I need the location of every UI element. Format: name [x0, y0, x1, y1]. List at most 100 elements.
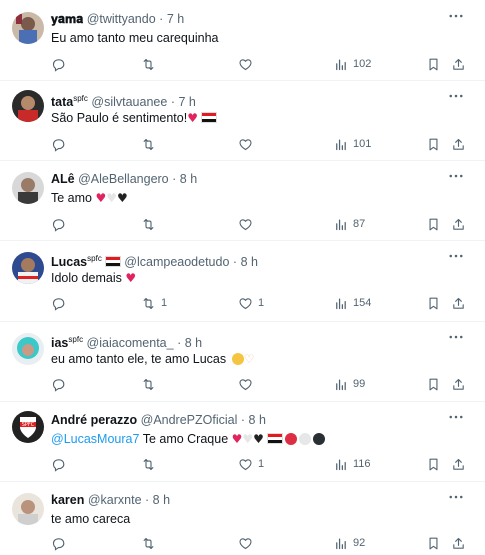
avatar[interactable]: SPFC — [12, 411, 44, 443]
like-button[interactable] — [238, 54, 253, 74]
retweet-button[interactable] — [141, 134, 156, 154]
share-button[interactable] — [451, 293, 466, 313]
more-icon[interactable] — [447, 169, 465, 183]
like-button[interactable] — [238, 533, 253, 553]
tweet-actions: 102 — [51, 54, 471, 74]
reply-button[interactable] — [51, 214, 66, 234]
author-name[interactable]: ALê — [51, 172, 75, 186]
views-count: 154 — [353, 297, 372, 309]
reply-button[interactable] — [51, 293, 66, 313]
tweet[interactable]: ALê @AleBellangero · 8 h Te amo ♥♥♥ 87 — [0, 160, 485, 241]
retweet-button[interactable] — [141, 533, 156, 553]
avatar[interactable] — [12, 12, 44, 44]
bookmark-button[interactable] — [426, 134, 441, 154]
views-button[interactable]: 116 — [333, 454, 371, 474]
share-button[interactable] — [451, 214, 466, 234]
bookmark-button[interactable] — [426, 533, 441, 553]
retweet-button[interactable] — [141, 454, 156, 474]
reply-button[interactable] — [51, 533, 66, 553]
share-icon — [451, 137, 466, 152]
like-button[interactable]: 1 — [238, 454, 264, 474]
bookmark-button[interactable] — [426, 293, 441, 313]
author-name[interactable]: Lucas — [51, 255, 87, 269]
retweet-button[interactable] — [141, 54, 156, 74]
mention-link[interactable]: @LucasMoura7 — [51, 432, 139, 446]
avatar[interactable] — [12, 493, 44, 525]
retweet-button[interactable]: 1 — [141, 293, 167, 313]
avatar[interactable] — [12, 333, 44, 365]
views-button[interactable]: 102 — [333, 54, 371, 74]
like-count: 1 — [258, 297, 265, 309]
bookmark-button[interactable] — [426, 54, 441, 74]
spfc-badge: spfc — [87, 254, 102, 263]
more-icon[interactable] — [447, 9, 465, 23]
like-button[interactable] — [238, 374, 253, 394]
tweet-text: São Paulo é sentimento!♥ — [51, 110, 217, 127]
timestamp[interactable]: 8 h — [249, 413, 266, 427]
share-button[interactable] — [451, 374, 466, 394]
black-heart-emoji: ♥ — [117, 191, 128, 205]
share-button[interactable] — [451, 533, 466, 553]
views-button[interactable]: 101 — [333, 134, 371, 154]
tweet[interactable]: 𝐲𝐚𝐦𝐚 @twittyando · 7 h Eu amo tanto meu … — [0, 0, 485, 81]
bookmark-button[interactable] — [426, 454, 441, 474]
views-button[interactable]: 87 — [333, 214, 365, 234]
timestamp[interactable]: 7 h — [178, 95, 195, 109]
timestamp[interactable]: 8 h — [185, 336, 202, 350]
tweet-header: iasspfc @iaiacomenta_ · 8 h — [51, 335, 203, 351]
tweet-header: Lucasspfc @lcampeaodetudo · 8 h — [51, 254, 258, 270]
author-name[interactable]: André perazzo — [51, 413, 137, 427]
bookmark-button[interactable] — [426, 374, 441, 394]
author-handle[interactable]: @iaiacomenta_ — [87, 336, 174, 350]
reply-button[interactable] — [51, 454, 66, 474]
retweet-button[interactable] — [141, 214, 156, 234]
like-button[interactable] — [238, 134, 253, 154]
avatar[interactable] — [12, 172, 44, 204]
tweet[interactable]: Lucasspfc @lcampeaodetudo · 8 h Idolo de… — [0, 240, 485, 322]
reply-button[interactable] — [51, 54, 66, 74]
author-handle[interactable]: @AndrePZOficial — [141, 413, 238, 427]
more-icon[interactable] — [447, 249, 465, 263]
heart-icon — [238, 137, 253, 152]
tweet[interactable]: iasspfc @iaiacomenta_ · 8 h eu amo tanto… — [0, 321, 485, 402]
tweet[interactable]: SPFC André perazzo @AndrePZOficial · 8 h… — [0, 401, 485, 482]
more-icon[interactable] — [447, 89, 465, 103]
tweet-actions: 87 — [51, 214, 471, 234]
bookmark-icon — [426, 377, 441, 392]
retweet-button[interactable] — [141, 374, 156, 394]
like-button[interactable]: 1 — [238, 293, 264, 313]
retweet-icon — [141, 536, 156, 551]
author-handle[interactable]: @silvtauanee — [91, 95, 167, 109]
views-button[interactable]: 154 — [333, 293, 371, 313]
reply-button[interactable] — [51, 374, 66, 394]
more-icon[interactable] — [447, 330, 465, 344]
timestamp[interactable]: 8 h — [153, 493, 170, 507]
timestamp[interactable]: 7 h — [167, 12, 184, 26]
more-icon[interactable] — [447, 410, 465, 424]
heart-icon — [238, 536, 253, 551]
author-handle[interactable]: @lcampeaodetudo — [124, 255, 229, 269]
reply-button[interactable] — [51, 134, 66, 154]
author-name[interactable]: 𝐲𝐚𝐦𝐚 — [51, 12, 83, 26]
share-button[interactable] — [451, 54, 466, 74]
avatar[interactable] — [12, 90, 44, 122]
views-button[interactable]: 92 — [333, 533, 365, 553]
author-handle[interactable]: @AleBellangero — [78, 172, 169, 186]
author-name[interactable]: karen — [51, 493, 84, 507]
tweet[interactable]: karen @karxnte · 8 h te amo careca 92 — [0, 481, 485, 555]
like-button[interactable] — [238, 214, 253, 234]
views-button[interactable]: 99 — [333, 374, 365, 394]
avatar[interactable] — [12, 252, 44, 284]
bookmark-button[interactable] — [426, 214, 441, 234]
more-icon[interactable] — [447, 490, 465, 504]
tweet[interactable]: tataspfc @silvtauanee · 7 h São Paulo é … — [0, 80, 485, 161]
share-button[interactable] — [451, 454, 466, 474]
timestamp[interactable]: 8 h — [180, 172, 197, 186]
tweet-header: André perazzo @AndrePZOficial · 8 h — [51, 413, 266, 427]
share-button[interactable] — [451, 134, 466, 154]
author-name[interactable]: ias — [51, 336, 68, 350]
author-handle[interactable]: @karxnte — [88, 493, 142, 507]
timestamp[interactable]: 8 h — [241, 255, 258, 269]
author-handle[interactable]: @twittyando — [87, 12, 156, 26]
author-name[interactable]: tata — [51, 95, 73, 109]
